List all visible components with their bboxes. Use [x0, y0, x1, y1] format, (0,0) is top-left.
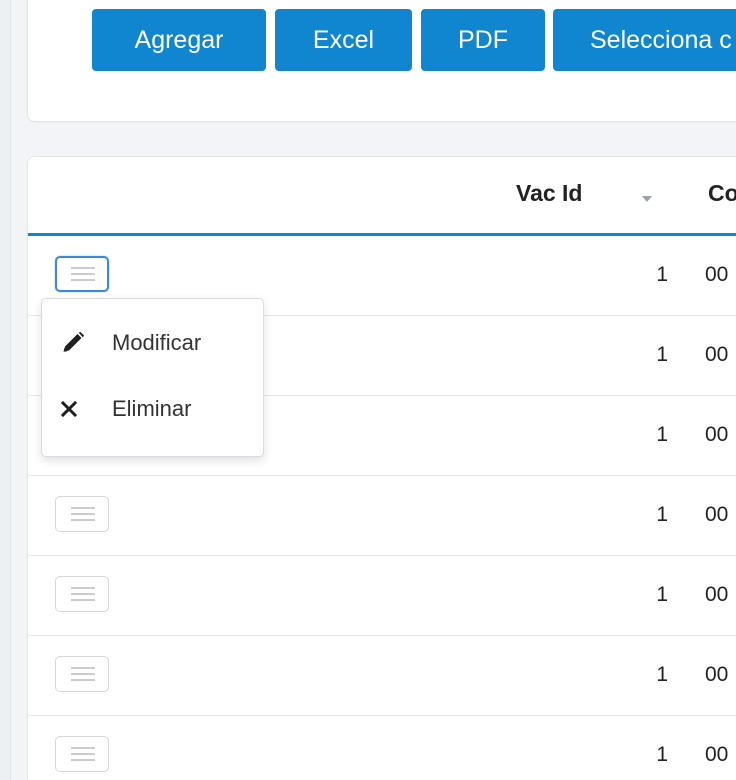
cell-next: 00 [705, 343, 729, 366]
sort-down-icon[interactable] [642, 196, 652, 202]
row-menu-button[interactable] [55, 496, 109, 532]
cell-vac-id: 1 [656, 263, 668, 286]
column-header-next[interactable]: Co [708, 180, 736, 207]
cell-next: 00 [705, 583, 729, 606]
data-grid: Vac Id Co 1 00 1 00 1 00 1 00 1 00 1 00 … [27, 156, 736, 780]
cell-vac-id: 1 [656, 343, 668, 366]
cell-vac-id: 1 [656, 663, 668, 686]
row-menu-button[interactable] [55, 576, 109, 612]
row-action-menu: Modificar Eliminar [41, 298, 264, 457]
pdf-export-button[interactable]: PDF [421, 9, 545, 71]
cell-next: 00 [705, 743, 729, 766]
menu-item-modificar[interactable]: Modificar [42, 315, 263, 375]
menu-lines-icon [71, 747, 95, 761]
column-header-vac-id[interactable]: Vac Id [516, 180, 582, 207]
menu-lines-icon [71, 587, 95, 601]
menu-item-label: Modificar [112, 330, 202, 355]
menu-item-label: Eliminar [112, 396, 192, 421]
table-row: 1 00 [28, 556, 736, 636]
left-edge [0, 0, 11, 780]
page: Agregar Excel PDF Selecciona c Vac Id Co… [0, 0, 736, 780]
cell-next: 00 [705, 663, 729, 686]
pencil-icon [63, 332, 85, 352]
cell-vac-id: 1 [656, 583, 668, 606]
add-button[interactable]: Agregar [92, 9, 266, 71]
row-menu-button[interactable] [55, 656, 109, 692]
excel-export-button[interactable]: Excel [275, 9, 412, 71]
x-icon [61, 401, 77, 417]
cell-next: 00 [705, 423, 729, 446]
menu-item-eliminar[interactable]: Eliminar [42, 381, 263, 441]
menu-lines-icon [71, 507, 95, 521]
menu-lines-icon [71, 267, 95, 281]
grid-header: Vac Id Co [28, 157, 736, 236]
toolbar-card: Agregar Excel PDF Selecciona c [27, 0, 736, 122]
menu-lines-icon [71, 667, 95, 681]
table-row: 1 00 [28, 476, 736, 556]
cell-next: 00 [705, 263, 729, 286]
cell-next: 00 [705, 503, 729, 526]
table-row: 1 00 [28, 636, 736, 716]
table-row: 1 00 [28, 716, 736, 780]
row-menu-button[interactable] [55, 736, 109, 772]
column-chooser-button[interactable]: Selecciona c [553, 9, 736, 71]
cell-vac-id: 1 [656, 423, 668, 446]
cell-vac-id: 1 [656, 503, 668, 526]
cell-vac-id: 1 [656, 743, 668, 766]
row-menu-button[interactable] [55, 256, 109, 292]
